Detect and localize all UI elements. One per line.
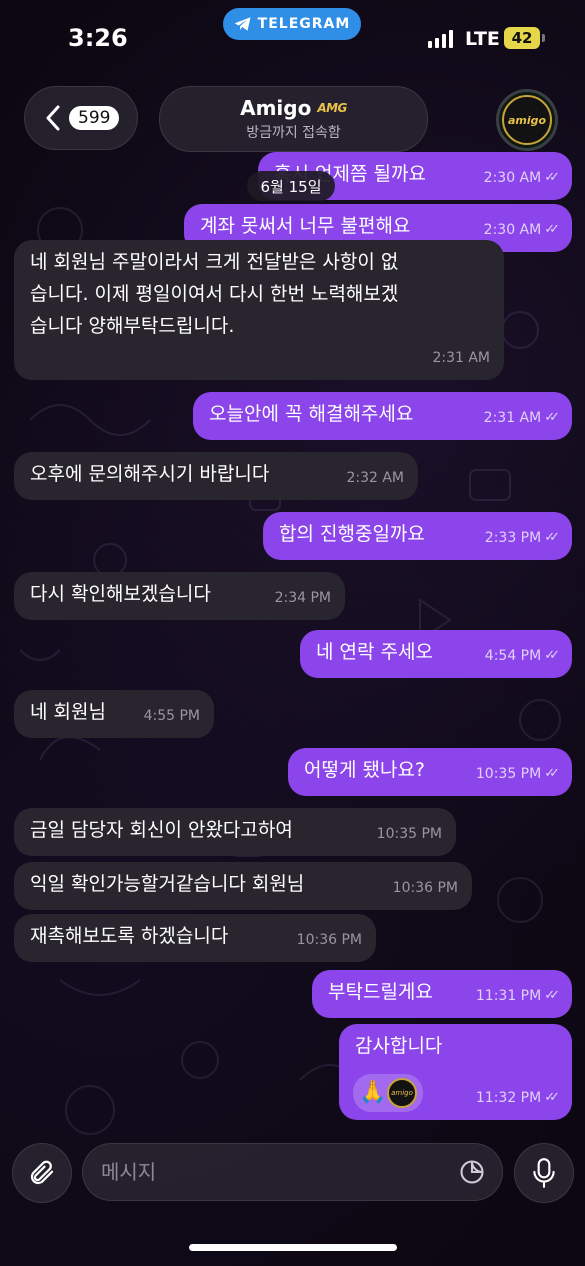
outgoing-message[interactable]: 부탁드릴게요 11:31 PM ✓✓ (312, 970, 572, 1018)
paperclip-icon (30, 1160, 54, 1185)
double-check-icon: ✓✓ (544, 530, 560, 545)
incoming-message[interactable]: 재촉해보도록 하겠습니다 10:36 PM (14, 914, 376, 962)
message-text: 부탁드릴게요 (328, 981, 433, 1003)
date-separator: 6월 15일 (247, 171, 335, 201)
voice-record-button[interactable] (514, 1143, 574, 1203)
message-meta: 2:32 AM (346, 462, 404, 494)
message-meta: 2:31 AM (432, 342, 490, 374)
message-text: 합의 진행중일까요 (279, 523, 425, 545)
last-seen-status: 방금까지 접속함 (246, 125, 341, 141)
message-time: 11:32 PM (475, 1090, 542, 1106)
double-check-icon: ✓✓ (544, 1090, 560, 1105)
telegram-plane-icon (234, 17, 251, 31)
home-indicator (189, 1244, 397, 1251)
signal-icon (428, 30, 453, 48)
back-button[interactable]: 599 (24, 86, 138, 150)
message-time: 10:36 PM (296, 932, 362, 948)
message-text: 재촉해보도록 하겠습니다 (30, 925, 229, 947)
message-time: 2:33 PM (484, 530, 542, 546)
sticker-icon[interactable] (458, 1158, 486, 1186)
message-time: 2:31 AM (483, 410, 542, 426)
message-text: 금일 담당자 회신이 안왔다고하여 (30, 819, 293, 841)
chat-title-pill[interactable]: Amigo AMG 방금까지 접속함 (159, 86, 428, 152)
incoming-message[interactable]: 다시 확인해보겠습니다 2:34 PM (14, 572, 345, 620)
message-meta: 11:32 PM ✓✓ (475, 1082, 560, 1114)
chevron-left-icon (46, 105, 60, 131)
message-meta: 4:54 PM ✓✓ (484, 640, 560, 672)
microphone-icon (533, 1158, 555, 1188)
double-check-icon: ✓✓ (544, 410, 560, 425)
outgoing-message[interactable]: 네 연락 주세오 4:54 PM ✓✓ (300, 630, 572, 678)
message-time: 10:35 PM (475, 766, 542, 782)
message-text: 오후에 문의해주시기 바랍니다 (30, 463, 270, 485)
message-text: 네 회원님 주말이라서 크게 전달받은 사항이 없 습니다. 이제 평일이여서 … (30, 251, 399, 337)
message-meta: 2:31 AM ✓✓ (483, 402, 560, 434)
avatar-logo: amigo (502, 95, 552, 145)
message-time: 2:34 PM (274, 590, 331, 606)
double-check-icon: ✓✓ (544, 648, 560, 663)
message-meta: 10:36 PM (393, 872, 458, 904)
prayer-hands-emoji: 🙏 (359, 1080, 387, 1105)
reactor-avatar: amigo (387, 1078, 417, 1108)
outgoing-message[interactable]: 어떻게 됐나요? 10:35 PM ✓✓ (288, 748, 572, 796)
battery-tip (542, 34, 545, 42)
message-text: 네 회원님 (30, 701, 106, 723)
message-text: 익일 확인가능할거같습니다 회원님 (30, 873, 305, 895)
incoming-message[interactable]: 오후에 문의해주시기 바랍니다 2:32 AM (14, 452, 418, 500)
double-check-icon: ✓✓ (544, 170, 560, 185)
message-time: 2:30 AM (483, 170, 542, 186)
message-input-container[interactable] (82, 1143, 503, 1201)
message-text: 계좌 못써서 너무 불편해요 (200, 215, 411, 237)
message-meta: 2:34 PM (275, 582, 331, 614)
return-app-label: TELEGRAM (257, 16, 351, 32)
network-label: LTE (465, 28, 500, 50)
attach-button[interactable] (12, 1143, 72, 1203)
title-badge: AMG (317, 101, 347, 115)
incoming-message[interactable]: 익일 확인가능할거같습니다 회원님 10:36 PM (14, 862, 472, 910)
message-text: 다시 확인해보겠습니다 (30, 583, 211, 605)
incoming-message[interactable]: 네 회원님 4:55 PM (14, 690, 214, 738)
outgoing-message[interactable]: 오늘안에 꼭 해결해주세요 2:31 AM ✓✓ (193, 392, 572, 440)
message-meta: 2:30 AM ✓✓ (484, 214, 560, 246)
message-text: 감사합니다 (355, 1035, 443, 1057)
message-meta: 2:33 PM ✓✓ (484, 522, 560, 554)
reaction-chip[interactable]: 🙏 amigo (353, 1074, 423, 1112)
message-text: 오늘안에 꼭 해결해주세요 (209, 403, 414, 425)
unread-count-badge: 599 (69, 106, 120, 130)
chat-title: Amigo (240, 96, 312, 120)
message-meta: 4:55 PM (144, 700, 200, 732)
message-time: 11:31 PM (475, 988, 542, 1004)
message-time: 4:54 PM (484, 648, 542, 664)
status-time: 3:26 (68, 24, 128, 52)
message-text: 네 연락 주세오 (316, 641, 433, 663)
avatar[interactable]: amigo (496, 89, 558, 151)
message-meta: 11:31 PM ✓✓ (475, 980, 560, 1012)
double-check-icon: ✓✓ (544, 222, 560, 237)
outgoing-message[interactable]: 감사합니다 11:32 PM ✓✓ 🙏 amigo (339, 1024, 572, 1120)
message-meta: 2:30 AM ✓✓ (483, 162, 560, 194)
message-time: 4:55 PM (143, 708, 200, 724)
message-meta: 10:35 PM ✓✓ (475, 758, 560, 790)
incoming-message[interactable]: 금일 담당자 회신이 안왔다고하여 10:35 PM (14, 808, 456, 856)
message-time: 10:35 PM (376, 826, 442, 842)
double-check-icon: ✓✓ (544, 988, 560, 1003)
return-to-telegram-pill[interactable]: TELEGRAM (223, 8, 361, 40)
double-check-icon: ✓✓ (544, 766, 560, 781)
message-input[interactable] (99, 1159, 458, 1185)
message-time: 2:31 AM (432, 350, 490, 366)
message-time: 2:32 AM (346, 470, 404, 486)
message-meta: 10:36 PM (297, 924, 362, 956)
message-time: 10:36 PM (392, 880, 458, 896)
incoming-message[interactable]: 네 회원님 주말이라서 크게 전달받은 사항이 없 습니다. 이제 평일이여서 … (14, 240, 504, 380)
battery-icon: 42 (504, 27, 540, 49)
outgoing-message[interactable]: 합의 진행중일까요 2:33 PM ✓✓ (263, 512, 572, 560)
message-meta: 10:35 PM (377, 818, 442, 850)
message-text: 어떻게 됐나요? (304, 759, 426, 781)
